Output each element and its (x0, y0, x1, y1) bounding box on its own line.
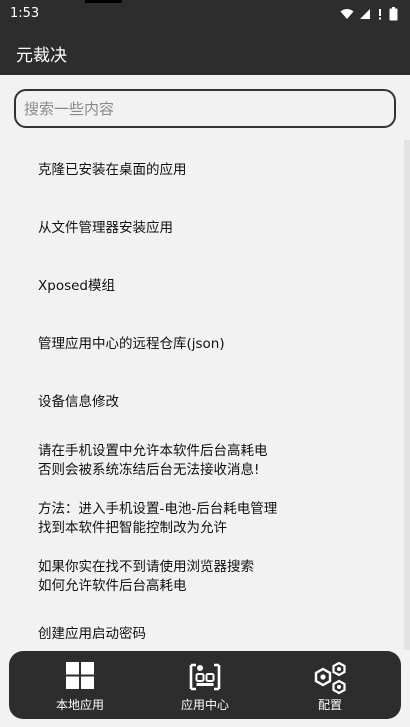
app-title: 元裁决 (16, 46, 67, 66)
tab-settings[interactable]: 配置 (265, 651, 395, 719)
menu-item-label: 创建应用启动密码 (38, 626, 146, 642)
menu-item-install-from-file-manager[interactable]: 从文件管理器安装应用 (38, 219, 173, 238)
search-box[interactable] (14, 89, 396, 128)
menu-list: 克隆已安装在桌面的应用 从文件管理器安装应用 Xposed模组 管理应用中心的远… (0, 140, 404, 650)
menu-item-label: 管理应用中心的远程仓库(json) (38, 336, 225, 352)
menu-item-label-line1: 方法：进入手机设置-电池-后台耗电管理 (38, 501, 278, 517)
battery-icon (389, 7, 398, 21)
menu-item-browser-search-hint[interactable]: 如果你实在找不到请使用浏览器搜索 如何允许软件后台高耗电 (38, 558, 254, 596)
tab-local-apps[interactable]: 本地应用 (15, 651, 145, 719)
bottom-navigation: 本地应用 应用中心 配置 (9, 651, 401, 719)
wifi-icon (340, 9, 354, 19)
menu-item-clone-desktop-app[interactable]: 克隆已安装在桌面的应用 (38, 161, 187, 180)
tab-app-center[interactable]: 应用中心 (140, 651, 270, 719)
camera-notch (85, 0, 122, 3)
status-icons (340, 7, 398, 21)
menu-item-label-line1: 如果你实在找不到请使用浏览器搜索 (38, 559, 254, 575)
menu-item-label: 设备信息修改 (38, 394, 119, 410)
tab-label: 配置 (317, 698, 342, 712)
menu-item-label: 克隆已安装在桌面的应用 (38, 162, 187, 178)
menu-item-create-launch-password[interactable]: 创建应用启动密码 (38, 625, 146, 644)
menu-item-label-line2: 找到本软件把智能控制改为允许 (38, 520, 227, 536)
app-bar: 元裁决 (0, 30, 410, 75)
grid-icon (66, 662, 94, 689)
menu-item-label-line2: 如何允许软件后台高耗电 (38, 578, 187, 594)
search-input[interactable] (24, 98, 384, 120)
status-bar: 1:53 (0, 0, 410, 30)
menu-item-battery-method[interactable]: 方法：进入手机设置-电池-后台耗电管理 找到本软件把智能控制改为允许 (38, 500, 277, 538)
menu-item-device-info-modify[interactable]: 设备信息修改 (38, 393, 119, 412)
menu-item-xposed-modules[interactable]: Xposed模组 (38, 277, 115, 296)
signal-icon (360, 9, 370, 19)
menu-item-manage-remote-repo[interactable]: 管理应用中心的远程仓库(json) (38, 335, 225, 354)
menu-item-battery-permission-notice[interactable]: 请在手机设置中允许本软件后台高耗电 否则会被系统冻结后台无法接收消息! (38, 442, 268, 480)
settings-hexagon-icon (314, 662, 346, 695)
menu-item-label-line2: 否则会被系统冻结后台无法接收消息! (38, 462, 260, 478)
status-time: 1:53 (10, 6, 40, 21)
menu-item-label-line1: 请在手机设置中允许本软件后台高耗电 (38, 443, 268, 459)
scrollbar[interactable] (404, 140, 410, 650)
menu-item-label: Xposed模组 (38, 278, 115, 294)
tab-label: 应用中心 (180, 698, 229, 712)
no-data-icon (379, 9, 381, 20)
app-center-icon (189, 663, 221, 691)
menu-item-label: 从文件管理器安装应用 (38, 220, 173, 236)
tab-label: 本地应用 (55, 698, 104, 712)
